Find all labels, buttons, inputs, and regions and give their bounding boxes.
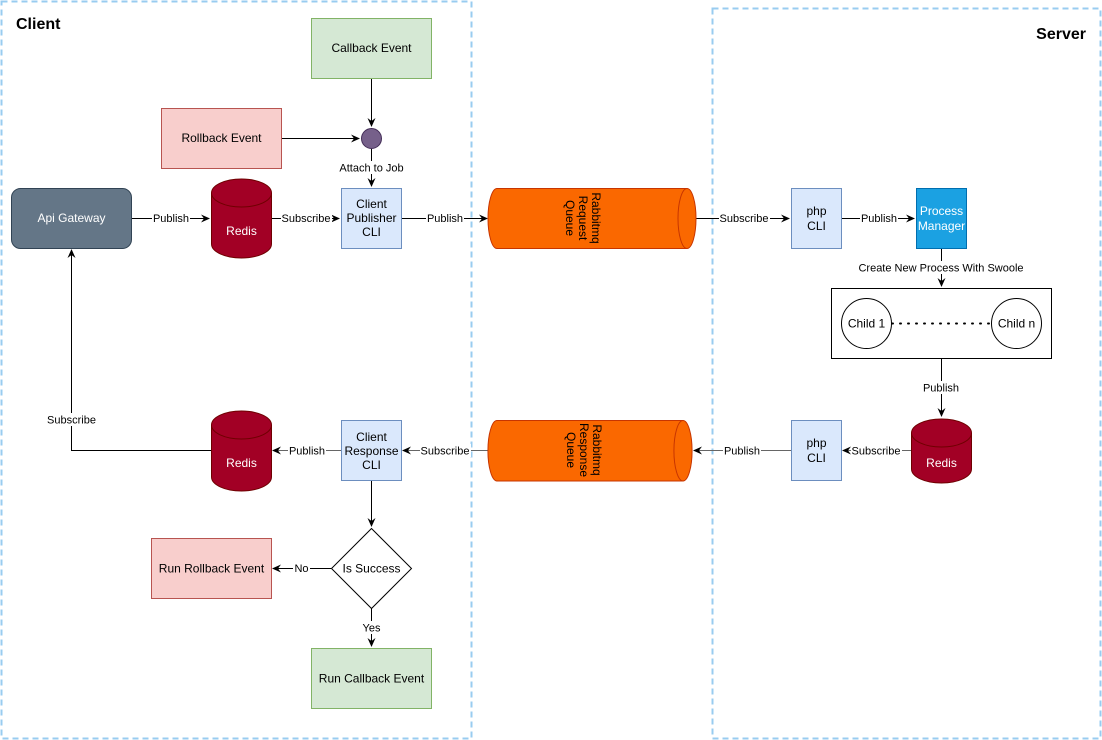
is-success-decision-node[interactable]: Is Success <box>330 527 413 610</box>
php-cli-request-node[interactable]: php CLI <box>791 188 842 249</box>
api-gateway-node[interactable]: Api Gateway <box>11 188 132 249</box>
child-processes-container[interactable]: Child 1 Child n <box>831 288 1052 359</box>
edge-label-attach-to-job: Attach to Job <box>339 163 403 175</box>
edge-label-php-publish: Publish <box>861 213 897 225</box>
server-group-title: Server <box>1036 26 1086 43</box>
client-redis-label: Redis <box>226 224 257 238</box>
server-group: Server <box>711 7 1102 740</box>
edge-label-response-subscribe: Subscribe <box>421 446 470 458</box>
client-redis-node[interactable]: Redis <box>211 178 272 259</box>
edge-label-queue-subscribe: Subscribe <box>720 213 769 225</box>
api-gateway-label: Api Gateway <box>37 211 105 225</box>
child-n-label: Child n <box>998 317 1035 331</box>
run-rollback-event-label: Run Rollback Event <box>159 562 265 576</box>
server-redis-label: Redis <box>926 456 957 470</box>
rabbitmq-response-queue-node[interactable]: Rabbitmq Response Queue <box>487 420 693 482</box>
edge-label-publisher-publish: Publish <box>427 213 463 225</box>
edge-label-cli-publish: Publish <box>289 446 325 458</box>
php-cli-response-line2: CLI <box>807 451 826 465</box>
client-publisher-cli-line3: CLI <box>362 225 381 239</box>
edge-label-yes: Yes <box>363 623 381 635</box>
run-callback-event-node[interactable]: Run Callback Event <box>311 648 432 709</box>
client-response-cli-node[interactable]: Client Response CLI <box>341 420 402 481</box>
client-publisher-cli-line2: Publisher <box>346 211 396 225</box>
rollback-event-node[interactable]: Rollback Event <box>161 108 282 169</box>
php-cli-request-line2: CLI <box>807 219 826 233</box>
client-response-cli-line1: Client <box>356 430 387 444</box>
request-queue-line3: Queue <box>563 200 577 236</box>
response-queue-line2: Response <box>577 423 591 477</box>
junction-node[interactable] <box>361 128 382 149</box>
client-response-cli-line3: CLI <box>362 458 381 472</box>
server-redis-node[interactable]: Redis <box>911 418 972 484</box>
child-n-node[interactable]: Child n <box>991 298 1042 349</box>
edge-label-no: No <box>294 563 308 575</box>
client-response-cli-line2: Response <box>344 444 398 458</box>
callback-event-label: Callback Event <box>331 41 412 55</box>
edge-label-php-publish-response: Publish <box>724 446 760 458</box>
process-manager-line1: Process <box>920 204 963 218</box>
run-rollback-event-node[interactable]: Run Rollback Event <box>151 538 272 599</box>
php-cli-response-node[interactable]: php CLI <box>791 420 842 481</box>
request-queue-line1: Rabbitmq <box>589 192 603 243</box>
response-queue-line1: Rabbitmq <box>590 424 604 475</box>
process-manager-line2: Manager <box>918 219 965 233</box>
client-publisher-cli-line1: Client <box>356 197 387 211</box>
callback-event-node[interactable]: Callback Event <box>311 18 432 79</box>
child-1-node[interactable]: Child 1 <box>841 298 892 349</box>
php-cli-request-line1: php <box>806 204 826 218</box>
is-success-label: Is Success <box>342 562 400 576</box>
edge-label-redis-subscribe-server: Subscribe <box>852 446 901 458</box>
response-queue-line3: Queue <box>564 432 578 468</box>
client-redis-response-node[interactable]: Redis <box>211 410 272 492</box>
request-queue-line2: Request <box>576 196 590 241</box>
rollback-event-label: Rollback Event <box>181 131 262 145</box>
php-cli-response-line1: php <box>806 436 826 450</box>
edge-label-gateway-publish: Publish <box>153 213 189 225</box>
run-callback-event-label: Run Callback Event <box>319 672 425 686</box>
edge-label-create-process: Create New Process With Swoole <box>858 263 1023 275</box>
client-redis-response-label: Redis <box>226 456 257 470</box>
edge-label-redis-subscribe: Subscribe <box>282 213 331 225</box>
rabbitmq-request-queue-node[interactable]: Rabbitmq Request Queue <box>487 188 697 249</box>
process-manager-node[interactable]: Process Manager <box>916 188 967 249</box>
child-1-label: Child 1 <box>848 317 886 331</box>
edge-label-gateway-subscribe: Subscribe <box>47 415 96 427</box>
client-publisher-cli-node[interactable]: Client Publisher CLI <box>341 188 402 249</box>
client-group-title: Client <box>16 16 61 33</box>
edge-label-children-publish: Publish <box>923 383 959 395</box>
architecture-diagram: Client Server Attach to Job Publish Subs… <box>0 0 1102 740</box>
